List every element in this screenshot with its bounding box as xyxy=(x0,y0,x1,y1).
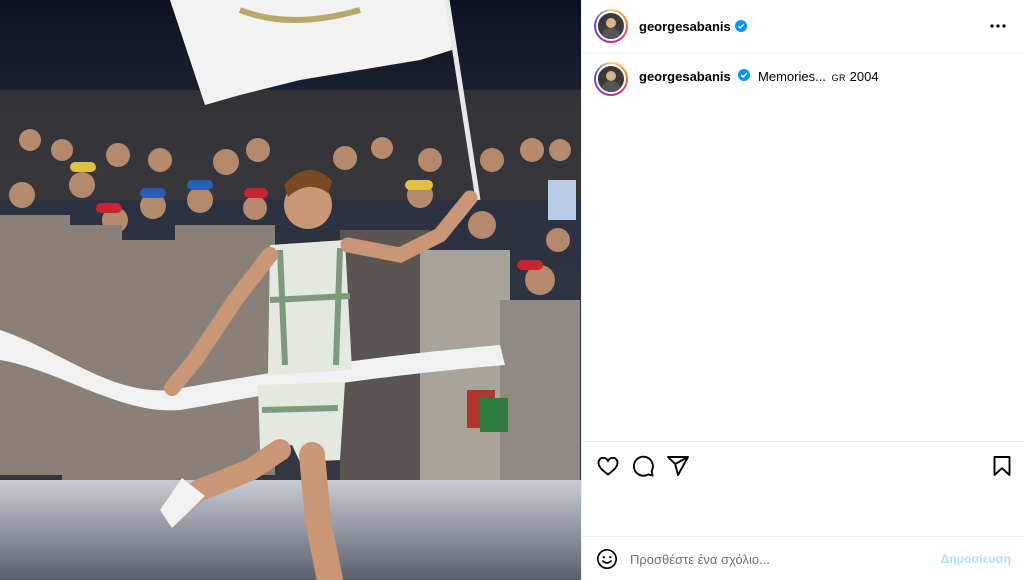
post-comment-button[interactable]: Δημοσίευση xyxy=(941,552,1011,566)
verified-badge-icon xyxy=(734,20,747,32)
heart-icon[interactable] xyxy=(596,454,620,478)
post-side-panel: georgesabanis georgesabanis Memories... … xyxy=(581,0,1024,580)
olympic-runner-photo xyxy=(0,0,581,580)
comment-bar: Δημοσίευση xyxy=(582,536,1024,580)
caption-username[interactable]: georgesabanis xyxy=(639,69,731,84)
header-username[interactable]: georgesabanis xyxy=(639,19,731,34)
comment-input[interactable] xyxy=(630,547,930,571)
bookmark-icon[interactable] xyxy=(990,454,1014,478)
caption-avatar-image xyxy=(596,64,626,94)
post-caption: georgesabanis Memories... GR 2004 xyxy=(594,62,879,96)
avatar[interactable] xyxy=(594,9,628,43)
caption-body: Memories... xyxy=(758,69,826,84)
caption-verified-badge-icon xyxy=(738,69,751,81)
avatar-image xyxy=(596,11,626,41)
caption-flag-code: GR xyxy=(831,73,847,83)
caption-avatar[interactable] xyxy=(594,62,628,96)
comment-icon[interactable] xyxy=(631,454,655,478)
more-options-button[interactable] xyxy=(987,16,1009,36)
caption-year: 2004 xyxy=(849,69,879,84)
post-header: georgesabanis xyxy=(582,0,1024,53)
emoji-icon[interactable] xyxy=(596,548,618,570)
paper-plane-icon[interactable] xyxy=(666,454,690,478)
more-options-icon xyxy=(990,24,1006,28)
post-actions xyxy=(582,441,1024,536)
post-photo[interactable] xyxy=(0,0,581,580)
caption-text: georgesabanis Memories... GR 2004 xyxy=(639,69,879,86)
